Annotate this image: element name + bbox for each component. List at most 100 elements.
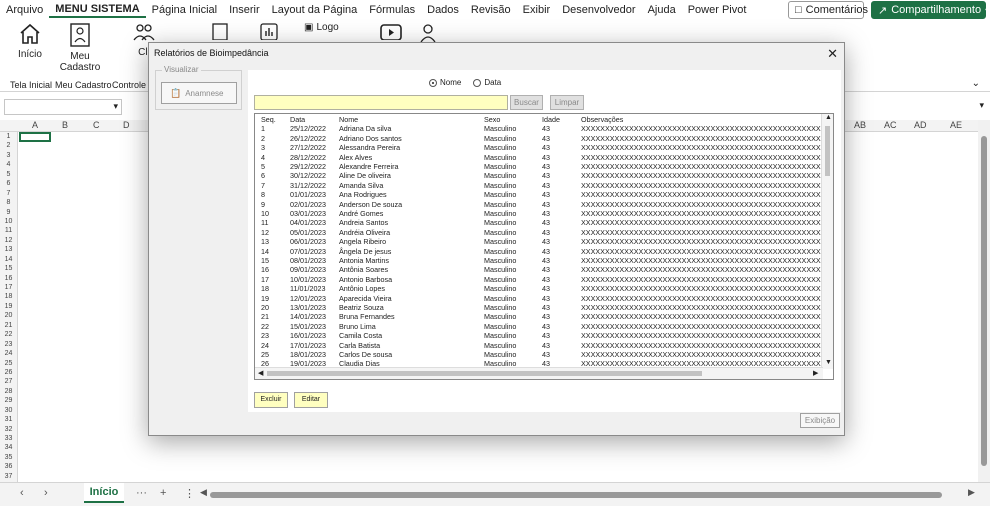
radio-nome[interactable]: Nome bbox=[429, 78, 461, 87]
column-header[interactable]: AE bbox=[950, 120, 962, 130]
menu-menu-sistema[interactable]: MENU SISTEMA bbox=[49, 3, 146, 18]
table-row[interactable]: 1 25/12/2022 Adriana Da silva Masculino 43 XX… bbox=[255, 124, 821, 133]
menu-revisao[interactable]: Revisão bbox=[465, 4, 517, 16]
search-input[interactable] bbox=[254, 95, 508, 110]
row-header[interactable]: 30 bbox=[0, 406, 17, 415]
table-row[interactable]: 20 13/01/2023 Beatriz Souza Masculino 43 XXXX… bbox=[255, 303, 821, 312]
scroll-right-icon[interactable]: ▶ bbox=[968, 487, 975, 498]
menu-inserir[interactable]: Inserir bbox=[223, 4, 266, 16]
column-header[interactable]: B bbox=[62, 120, 68, 130]
column-header[interactable]: A bbox=[32, 120, 38, 130]
column-header[interactable]: AD bbox=[914, 120, 927, 130]
table-row[interactable]: 24 17/01/2023 Carla Batista Masculino 43 XXXX… bbox=[255, 341, 821, 350]
row-header[interactable]: 26 bbox=[0, 368, 17, 377]
table-row[interactable]: 5 29/12/2022 Alexandre Ferreira Masculino 43… bbox=[255, 162, 821, 171]
scroll-thumb[interactable] bbox=[267, 371, 702, 376]
next-sheet-icon[interactable]: › bbox=[44, 487, 48, 499]
logo-button[interactable]: ▣ Logo bbox=[304, 22, 350, 33]
table-row[interactable]: 25 18/01/2023 Carlos De sousa Masculino 43 XX… bbox=[255, 350, 821, 359]
row-header[interactable]: 29 bbox=[0, 396, 17, 405]
sheet-horizontal-scroll-thumb[interactable] bbox=[210, 492, 942, 498]
row-header[interactable]: 1 bbox=[0, 132, 17, 141]
meu-cadastro-button[interactable]: Meu Cadastro bbox=[58, 22, 102, 73]
column-header[interactable]: AB bbox=[854, 120, 866, 130]
add-sheet-icon[interactable]: + bbox=[160, 487, 166, 499]
row-header[interactable]: 16 bbox=[0, 274, 17, 283]
row-header[interactable]: 28 bbox=[0, 387, 17, 396]
row-header[interactable]: 36 bbox=[0, 462, 17, 471]
row-header[interactable]: 14 bbox=[0, 255, 17, 264]
scroll-thumb[interactable] bbox=[981, 136, 987, 466]
inicio-button[interactable]: Início bbox=[12, 22, 48, 60]
row-header[interactable]: 9 bbox=[0, 208, 17, 217]
ribbon-collapse-icon[interactable]: ⌄ bbox=[972, 78, 980, 89]
row-header[interactable]: 13 bbox=[0, 245, 17, 254]
row-header[interactable]: 8 bbox=[0, 198, 17, 207]
table-row[interactable]: 2 26/12/2022 Adriano Dos santos Masculino 43… bbox=[255, 134, 821, 143]
scroll-left-icon[interactable]: ◀ bbox=[200, 487, 207, 498]
row-header[interactable]: 6 bbox=[0, 179, 17, 188]
row-header[interactable]: 31 bbox=[0, 415, 17, 424]
table-row[interactable]: 19 12/01/2023 Aparecida Vieira Masculino 43 X… bbox=[255, 294, 821, 303]
anamnese-button[interactable]: 📋 Anamnese bbox=[161, 82, 237, 104]
row-header[interactable]: 5 bbox=[0, 170, 17, 179]
row-header[interactable]: 17 bbox=[0, 283, 17, 292]
table-row[interactable]: 4 28/12/2022 Alex Alves Masculino 43 XXXXXXXX… bbox=[255, 153, 821, 162]
excluir-button[interactable]: Excluir bbox=[254, 392, 288, 408]
sheet-tab-inicio[interactable]: Início bbox=[84, 483, 124, 503]
row-header[interactable]: 33 bbox=[0, 434, 17, 443]
radio-data[interactable]: Data bbox=[473, 78, 501, 87]
row-header[interactable]: 37 bbox=[0, 472, 17, 481]
row-header[interactable]: 22 bbox=[0, 330, 17, 339]
table-row[interactable]: 23 16/01/2023 Camila Costa Masculino 43 XXXXX… bbox=[255, 331, 821, 340]
table-row[interactable]: 11 04/01/2023 Andreia Santos Masculino 43 XXX… bbox=[255, 218, 821, 227]
row-header[interactable]: 2 bbox=[0, 141, 17, 150]
table-row[interactable]: 17 10/01/2023 Antonio Barbosa Masculino 43 XX… bbox=[255, 275, 821, 284]
buscar-button[interactable]: Buscar bbox=[510, 95, 543, 110]
row-header[interactable]: 7 bbox=[0, 189, 17, 198]
share-button[interactable]: ↗ Compartilhamento ▾ bbox=[871, 1, 989, 19]
scroll-left-icon[interactable]: ◀ bbox=[258, 369, 263, 377]
row-header[interactable]: 21 bbox=[0, 321, 17, 330]
row-header[interactable]: 20 bbox=[0, 311, 17, 320]
menu-layout[interactable]: Layout da Página bbox=[266, 4, 364, 16]
table-row[interactable]: 22 15/01/2023 Bruno Lima Masculino 43 XXXXXXX… bbox=[255, 322, 821, 331]
row-header[interactable]: 4 bbox=[0, 160, 17, 169]
scroll-thumb[interactable] bbox=[825, 126, 830, 176]
menu-dados[interactable]: Dados bbox=[421, 4, 465, 16]
menu-formulas[interactable]: Fórmulas bbox=[363, 4, 421, 16]
menu-desenvolvedor[interactable]: Desenvolvedor bbox=[556, 4, 641, 16]
menu-ajuda[interactable]: Ajuda bbox=[642, 4, 682, 16]
table-row[interactable]: 21 14/01/2023 Bruna Fernandes Masculino 43 XX… bbox=[255, 312, 821, 321]
scroll-down-icon[interactable]: ▼ bbox=[825, 359, 832, 366]
list-vertical-scrollbar[interactable]: ▲ ▼ bbox=[821, 114, 833, 369]
scroll-right-icon[interactable]: ▶ bbox=[813, 369, 818, 377]
row-header[interactable]: 23 bbox=[0, 340, 17, 349]
row-header[interactable]: 24 bbox=[0, 349, 17, 358]
scroll-up-icon[interactable]: ▲ bbox=[825, 114, 832, 121]
table-row[interactable]: 7 31/12/2022 Amanda Silva Masculino 43 XXXXXX… bbox=[255, 181, 821, 190]
menu-power-pivot[interactable]: Power Pivot bbox=[682, 4, 753, 16]
close-icon[interactable]: ✕ bbox=[827, 46, 838, 62]
formula-expand-icon[interactable]: ▾ bbox=[979, 100, 984, 111]
sheet-vertical-scrollbar[interactable] bbox=[978, 120, 990, 482]
column-header[interactable]: AC bbox=[884, 120, 897, 130]
editar-button[interactable]: Editar bbox=[294, 392, 328, 408]
row-header[interactable]: 11 bbox=[0, 226, 17, 235]
table-row[interactable]: 10 03/01/2023 André Gomes Masculino 43 XXXXXX… bbox=[255, 209, 821, 218]
menu-arquivo[interactable]: Arquivo bbox=[0, 4, 49, 16]
table-row[interactable]: 16 09/01/2023 Antônia Soares Masculino 43 XXX… bbox=[255, 265, 821, 274]
row-header[interactable]: 3 bbox=[0, 151, 17, 160]
row-header[interactable]: 10 bbox=[0, 217, 17, 226]
row-header[interactable]: 12 bbox=[0, 236, 17, 245]
records-list[interactable]: 26 19/01/2023 Claudia Dias Masculino 43 XXXXX… bbox=[254, 113, 834, 380]
row-header[interactable]: 35 bbox=[0, 453, 17, 462]
prev-sheet-icon[interactable]: ‹ bbox=[20, 487, 24, 499]
row-header[interactable]: 19 bbox=[0, 302, 17, 311]
sheet-options-icon[interactable]: ⋮ bbox=[184, 487, 195, 500]
table-row[interactable]: 9 02/01/2023 Anderson De souza Masculino 43 X… bbox=[255, 200, 821, 209]
table-row[interactable]: 8 01/01/2023 Ana Rodrigues Masculino 43 XXXXX… bbox=[255, 190, 821, 199]
chart-icon[interactable] bbox=[258, 22, 280, 43]
table-row[interactable]: 13 06/01/2023 Angela Ribeiro Masculino 43 XXX… bbox=[255, 237, 821, 246]
table-row[interactable]: 3 27/12/2022 Alessandra Pereira Masculino 43… bbox=[255, 143, 821, 152]
